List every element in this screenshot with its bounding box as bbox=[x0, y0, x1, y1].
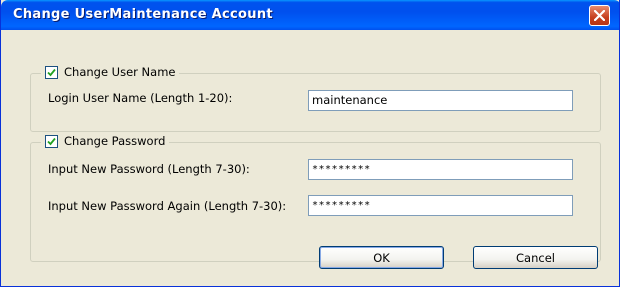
dialog-body: Change User Name Login User Name (Length… bbox=[5, 30, 615, 282]
dialog-window: Change UserMaintenance Account Change Us… bbox=[0, 0, 620, 287]
new-password-input[interactable]: ********* bbox=[308, 159, 573, 180]
check-icon bbox=[47, 137, 56, 145]
cancel-button[interactable]: Cancel bbox=[473, 246, 598, 269]
change-password-label: Change Password bbox=[64, 134, 166, 148]
window-title: Change UserMaintenance Account bbox=[13, 7, 273, 22]
check-icon bbox=[47, 68, 56, 76]
ok-button[interactable]: OK bbox=[319, 246, 444, 269]
new-password-label: Input New Password (Length 7-30): bbox=[48, 162, 250, 176]
change-password-option[interactable]: Change Password bbox=[41, 134, 170, 148]
new-password-again-label: Input New Password Again (Length 7-30): bbox=[48, 199, 287, 213]
close-icon bbox=[594, 10, 605, 21]
close-button[interactable] bbox=[589, 5, 610, 26]
login-user-name-label: Login User Name (Length 1-20): bbox=[48, 91, 233, 105]
change-user-name-checkbox[interactable] bbox=[45, 65, 58, 79]
login-user-name-input[interactable]: maintenance bbox=[308, 90, 573, 111]
new-password-again-input[interactable]: ********* bbox=[308, 195, 573, 216]
change-password-checkbox[interactable] bbox=[45, 134, 58, 148]
title-bar[interactable]: Change UserMaintenance Account bbox=[1, 0, 619, 30]
change-user-name-label: Change User Name bbox=[64, 65, 176, 79]
change-user-name-option[interactable]: Change User Name bbox=[41, 65, 180, 79]
